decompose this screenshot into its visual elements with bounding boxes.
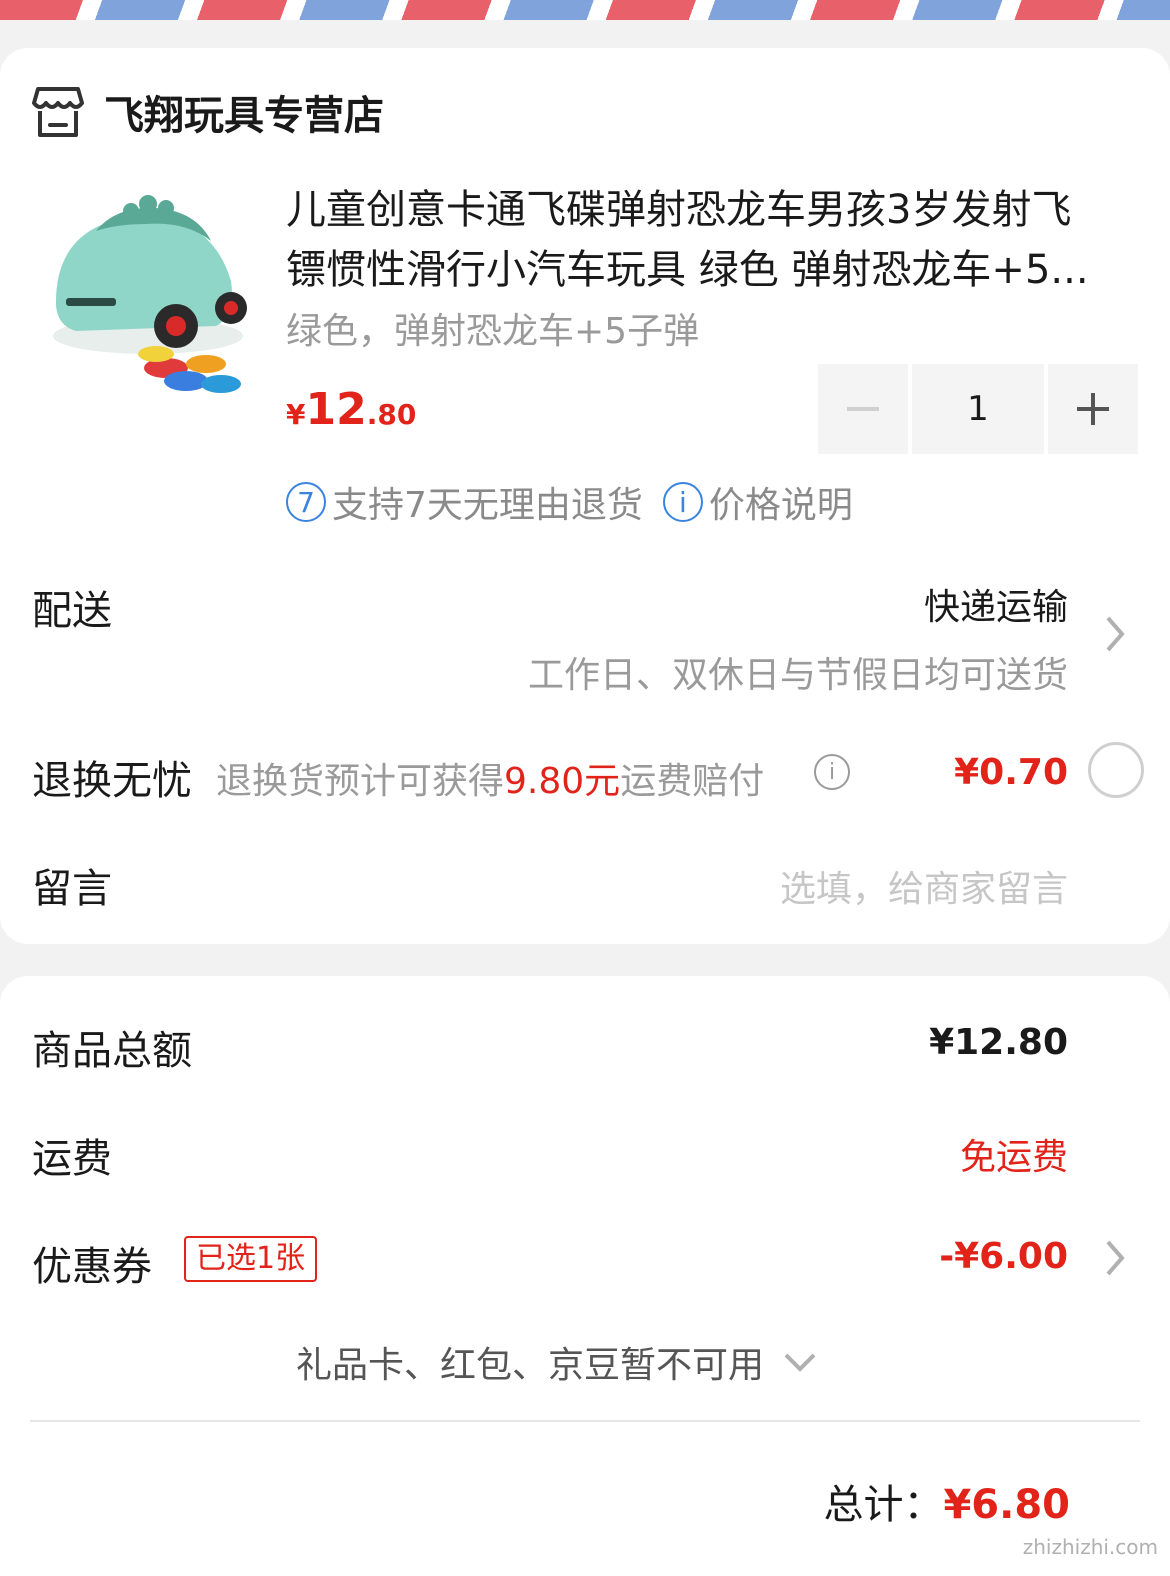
increase-button[interactable] (1048, 364, 1138, 454)
chevron-right-icon[interactable] (1104, 1238, 1126, 1278)
shipping-method[interactable]: 快递运输 (924, 578, 1068, 630)
message-input[interactable]: 选填，给商家留言 (780, 860, 1068, 912)
quantity-value[interactable]: 1 (912, 364, 1044, 454)
goods-total-value: ¥12.80 (929, 1022, 1068, 1063)
chevron-right-icon[interactable] (1104, 614, 1126, 654)
order-total: 总计： ¥6.80 (823, 1472, 1070, 1530)
coupon-value[interactable]: -¥6.00 (939, 1236, 1068, 1277)
product-image[interactable] (36, 186, 256, 406)
shipping-note: 工作日、双休日与节假日均可送货 (527, 655, 1068, 696)
return-worry-desc: 退换货预计可获得9.80元运费赔付 (216, 752, 764, 804)
quantity-stepper: 1 (818, 364, 1138, 454)
shipping-label: 配送 (32, 588, 112, 634)
return-worry-radio[interactable] (1088, 742, 1144, 798)
coupon-selected-badge: 已选1张 (184, 1236, 318, 1282)
return-info-icon[interactable]: i (814, 754, 850, 790)
decrease-button[interactable] (818, 364, 908, 454)
plus-icon (1077, 393, 1109, 425)
price-decimal: .80 (366, 398, 417, 431)
freight-label: 运费 (32, 1136, 112, 1182)
minus-icon (847, 407, 879, 411)
return-desc-post: 运费赔付 (620, 761, 765, 802)
message-label: 留言 (32, 866, 112, 912)
store-header[interactable]: 飞翔玩具专营店 (32, 80, 384, 144)
product-sku[interactable]: 绿色，弹射恐龙车+5子弹 (286, 302, 699, 354)
freight-value: 免运费 (959, 1137, 1068, 1178)
seven-day-icon: 7 (286, 482, 326, 522)
return-desc-pre: 退换货预计可获得 (216, 761, 505, 802)
product-price: ¥12.80 (286, 384, 416, 435)
total-value: ¥6.80 (943, 1482, 1070, 1528)
envelope-stripe (0, 0, 1170, 20)
price-integer: 12 (305, 384, 367, 435)
product-title-line-1: 儿童创意卡通飞碟弹射恐龙车男孩3岁发射飞 (286, 187, 1072, 233)
coupon-label: 优惠券 (32, 1244, 152, 1290)
product-title[interactable]: 儿童创意卡通飞碟弹射恐龙车男孩3岁发射飞 镖惯性滑行小汽车玩具 绿色 弹射恐龙车… (286, 180, 1132, 300)
goods-total-label: 商品总额 (32, 1028, 192, 1074)
info-icon: i (662, 482, 703, 522)
unavailable-text: 礼品卡、红包、京豆暂不可用 (296, 1345, 765, 1386)
service-tags: 7 支持7天无理由退货 i 价格说明 (286, 476, 853, 528)
chevron-down-icon (784, 1353, 816, 1372)
return-worry-price: ¥0.70 (954, 752, 1068, 793)
store-name: 飞翔玩具专营店 (104, 93, 384, 139)
return-desc-amount: 9.80元 (504, 761, 621, 802)
return-policy-tag[interactable]: 支持7天无理由退货 (332, 476, 643, 528)
store-icon (32, 87, 84, 137)
total-label: 总计： (823, 1482, 944, 1528)
return-worry-label: 退换无忧 (32, 758, 192, 804)
product-title-line-2: 镖惯性滑行小汽车玩具 绿色 弹射恐龙车+5... (286, 247, 1089, 293)
watermark: zhizhizhi.com (1022, 1535, 1158, 1559)
price-currency: ¥ (286, 398, 306, 431)
price-explanation-link[interactable]: 价格说明 (709, 476, 853, 528)
divider (30, 1420, 1140, 1422)
unavailable-payments[interactable]: 礼品卡、红包、京豆暂不可用 (296, 1336, 820, 1388)
